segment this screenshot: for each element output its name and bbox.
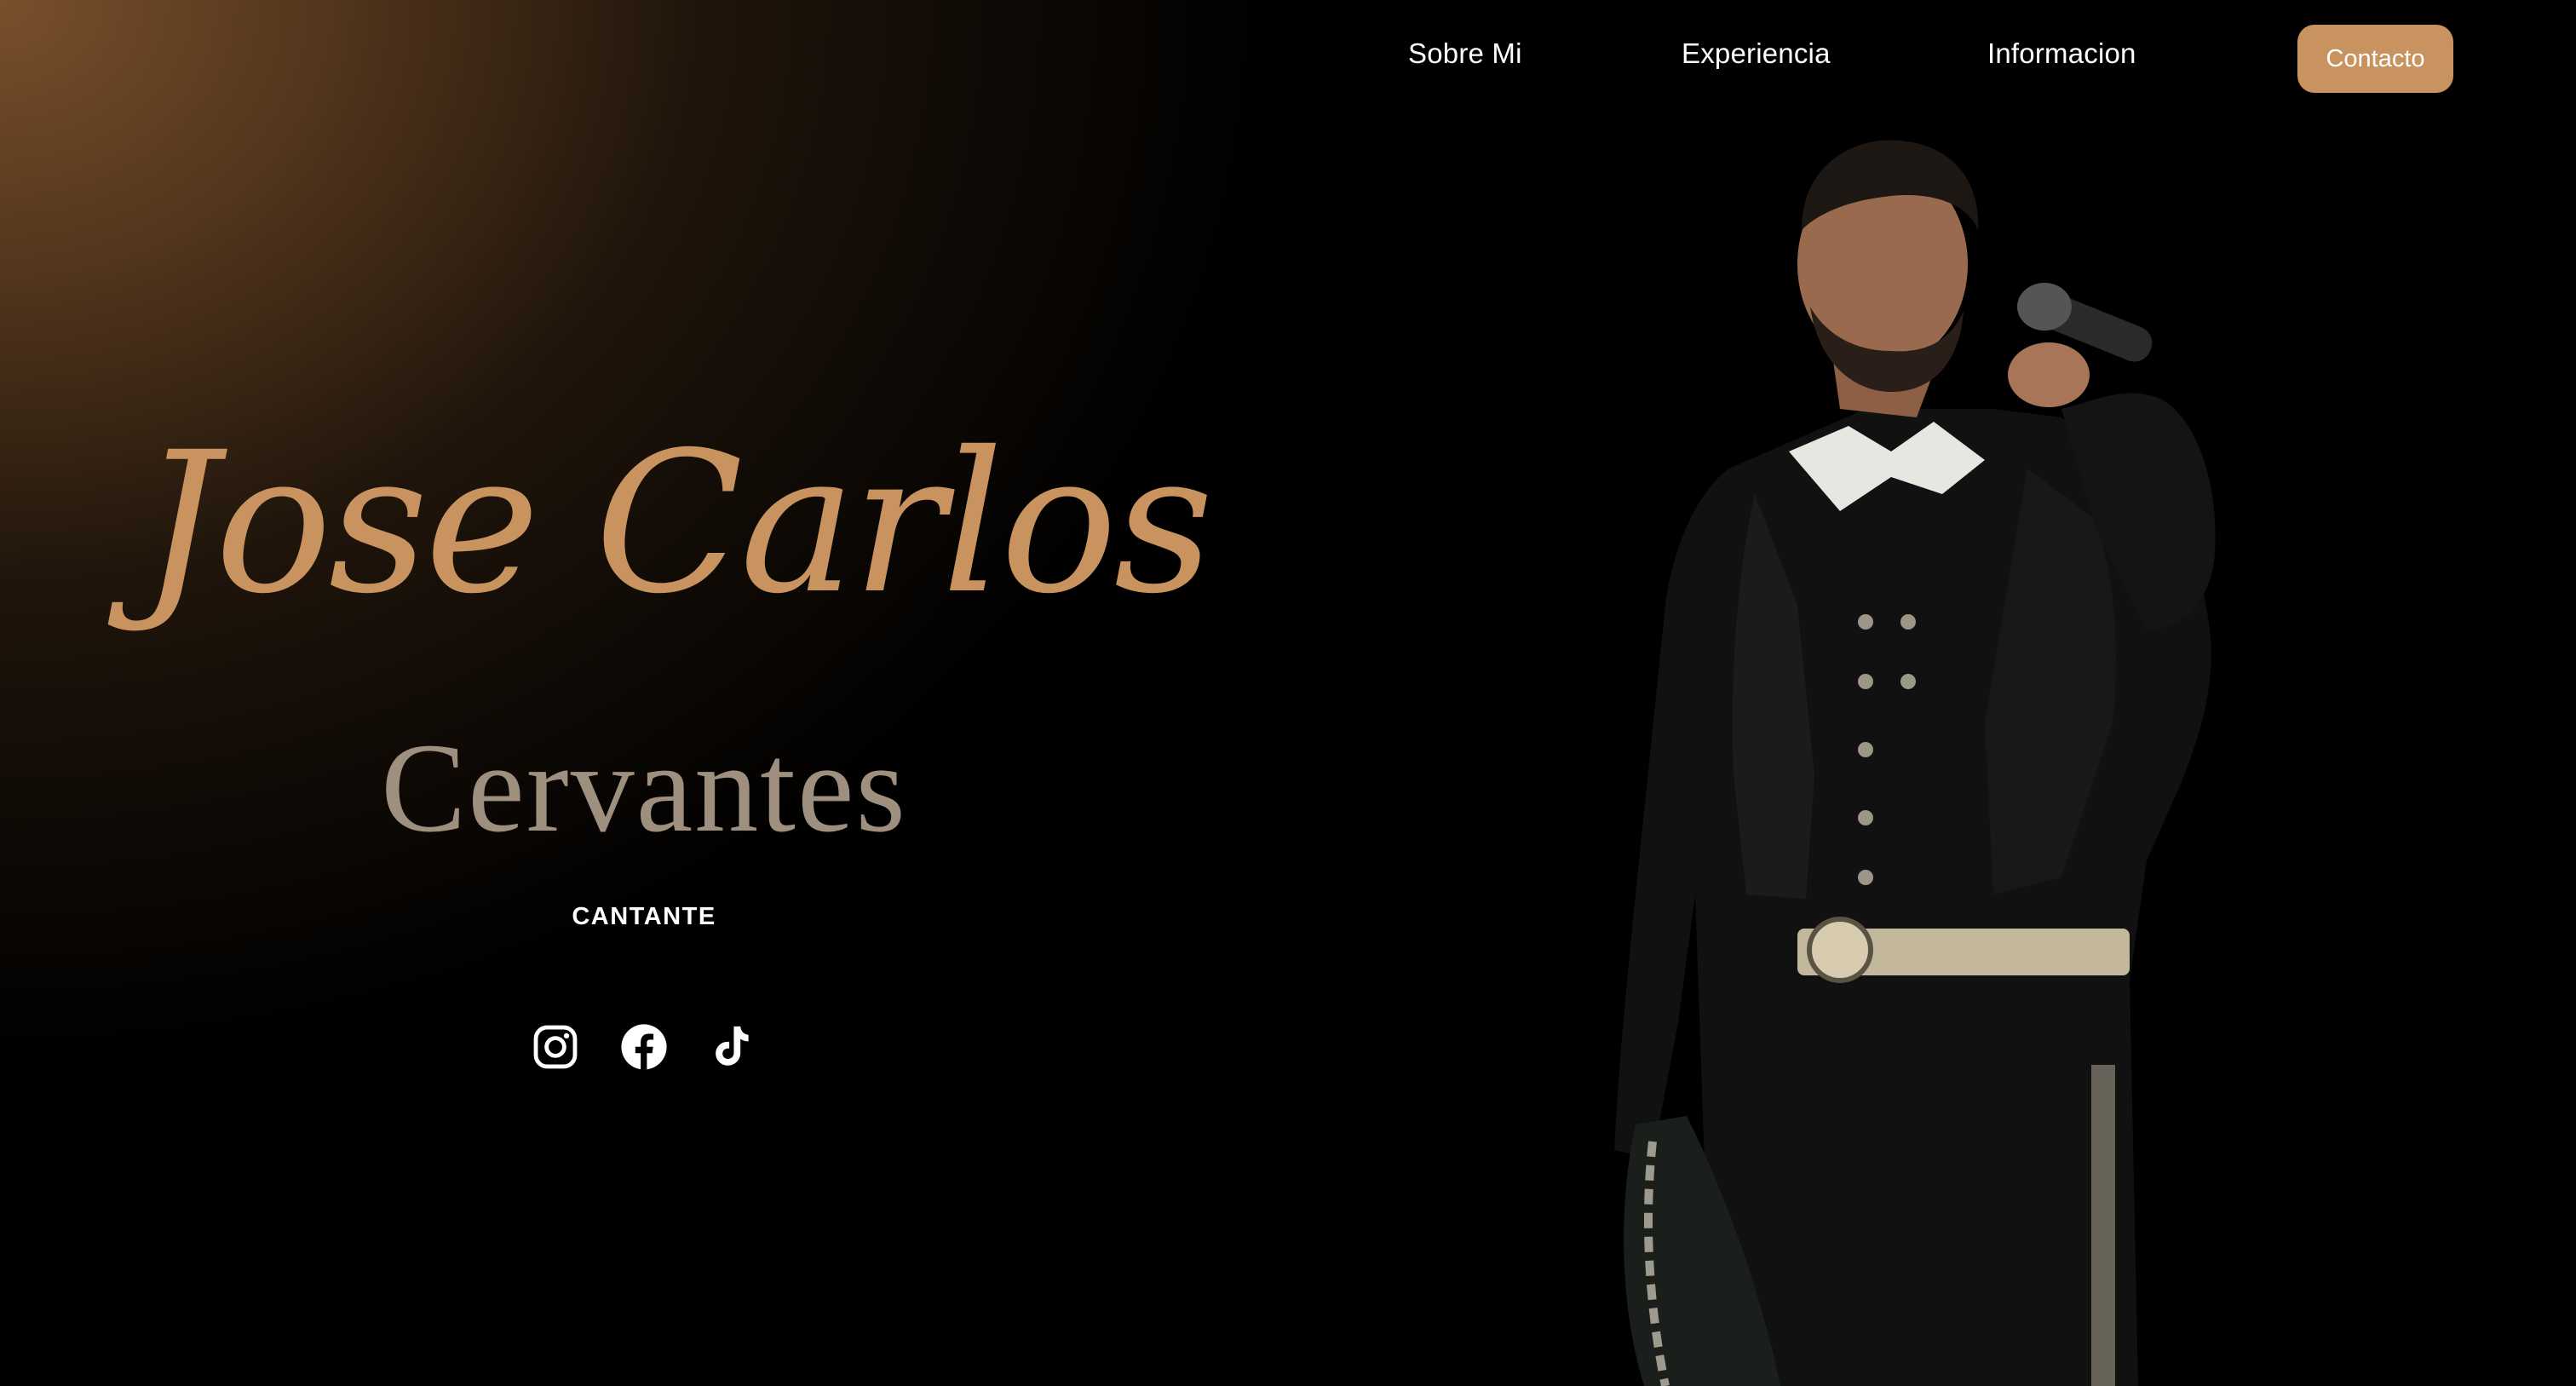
instagram-icon[interactable] [531,1022,580,1072]
facebook-icon[interactable] [619,1022,669,1072]
page: Sobre Mi Experiencia Informacion Contact… [0,0,2576,1386]
tiktok-icon[interactable] [708,1022,757,1072]
nav-link-sobre-mi[interactable]: Sobre Mi [1408,37,1522,70]
hero-role: CANTANTE [572,903,716,930]
nav-link-informacion[interactable]: Informacion [1987,37,2136,70]
hero-first-name: Jose Carlos [141,410,1214,636]
top-nav: Sobre Mi Experiencia Informacion Contact… [0,0,2576,119]
hero-last-name: Cervantes [381,717,907,859]
nav-link-experiencia[interactable]: Experiencia [1682,37,1831,70]
contact-button[interactable]: Contacto [2297,25,2453,93]
singer-portrait-image [1584,128,2351,1386]
